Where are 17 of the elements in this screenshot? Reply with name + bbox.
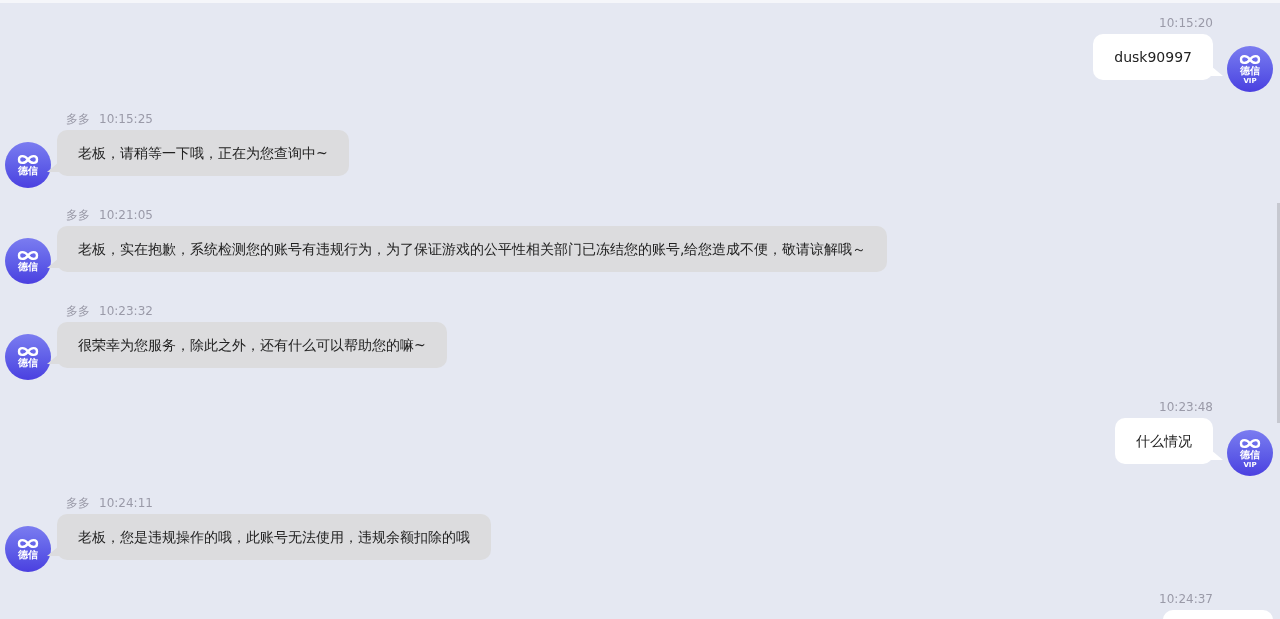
sender-name: 多多 <box>66 303 90 319</box>
logo-text: 德信 <box>18 166 38 176</box>
sender-name: 多多 <box>66 111 90 127</box>
timestamp: 10:15:20 <box>1159 15 1213 31</box>
timestamp: 10:23:32 <box>99 303 153 319</box>
logo-text: 德信 <box>18 550 38 560</box>
logo-text: 德信 <box>1240 65 1260 76</box>
sender-name: 多多 <box>66 495 90 511</box>
logo-text: 德信 <box>18 262 38 272</box>
logo-text: 德信 <box>1240 449 1260 460</box>
timestamp: 10:15:25 <box>99 111 153 127</box>
timestamp: 10:23:48 <box>1159 399 1213 415</box>
sender-name: 多多 <box>66 207 90 223</box>
timestamp: 10:24:37 <box>1159 591 1213 607</box>
timestamp: 10:24:11 <box>99 495 153 511</box>
logo-text: 德信 <box>18 358 38 368</box>
timestamp: 10:21:05 <box>99 207 153 223</box>
